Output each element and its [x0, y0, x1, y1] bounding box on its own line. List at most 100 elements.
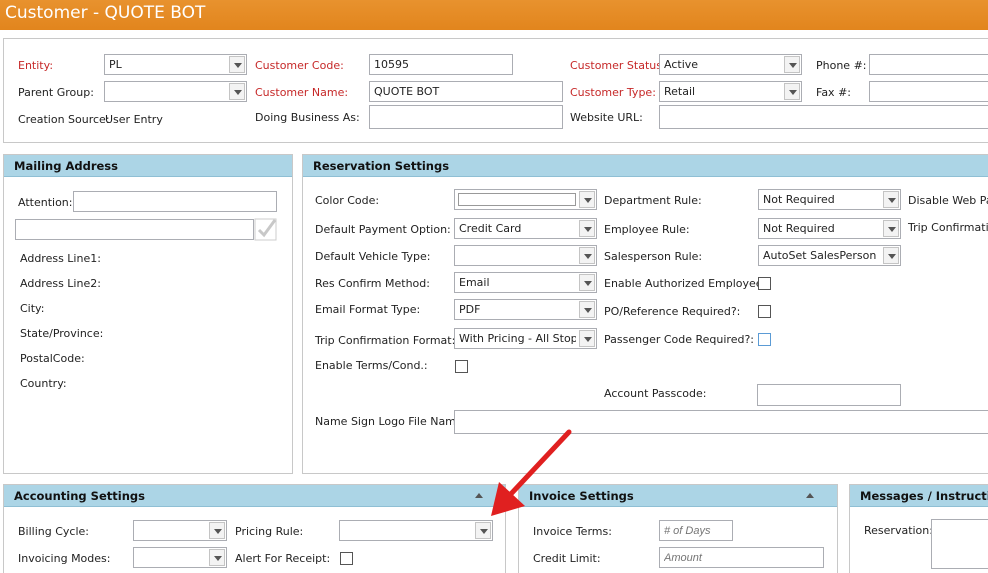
website-input[interactable]	[659, 105, 988, 129]
city-label: City:	[20, 302, 45, 315]
invoice-terms-input[interactable]	[659, 520, 733, 541]
reservation-settings-title: Reservation Settings	[303, 155, 988, 177]
department-rule-label: Department Rule:	[604, 194, 702, 207]
chevron-down-icon	[579, 301, 595, 318]
passenger-code-label: Passenger Code Required?:	[604, 333, 755, 346]
invoice-terms-label: Invoice Terms:	[533, 525, 612, 538]
billing-cycle-select[interactable]	[133, 520, 227, 541]
customer-type-select[interactable]: Retail	[659, 81, 802, 102]
alert-receipt-label: Alert For Receipt:	[235, 552, 331, 565]
attention-label: Attention:	[18, 196, 73, 209]
postal-code-label: PostalCode:	[20, 352, 85, 365]
phone-label: Phone #:	[816, 59, 867, 72]
pricing-rule-select[interactable]	[339, 520, 493, 541]
po-reference-label: PO/Reference Required?:	[604, 305, 741, 318]
department-rule-select[interactable]: Not Required	[758, 189, 901, 210]
messages-title: Messages / Instruction	[850, 485, 988, 507]
email-format-label: Email Format Type:	[315, 303, 421, 316]
checkmark-icon[interactable]	[254, 216, 278, 242]
state-province-label: State/Province:	[20, 327, 104, 340]
creation-source-label: Creation Source:	[18, 113, 110, 126]
invoicing-modes-label: Invoicing Modes:	[18, 552, 111, 565]
mailing-address-title: Mailing Address	[4, 155, 292, 177]
chevron-down-icon	[229, 56, 245, 73]
attention-input[interactable]	[73, 191, 277, 212]
color-code-label: Color Code:	[315, 194, 380, 207]
customer-name-label: Customer Name:	[255, 86, 349, 99]
customer-type-label: Customer Type:	[570, 86, 656, 99]
customer-status-select[interactable]: Active	[659, 54, 802, 75]
customer-name-input[interactable]: QUOTE BOT	[369, 81, 563, 102]
default-vehicle-select[interactable]	[454, 245, 597, 266]
collapse-icon[interactable]	[806, 493, 814, 498]
po-reference-checkbox[interactable]	[758, 305, 771, 318]
credit-limit-label: Credit Limit:	[533, 552, 601, 565]
email-format-select[interactable]: PDF	[454, 299, 597, 320]
chevron-down-icon	[209, 549, 225, 566]
default-payment-select[interactable]: Credit Card	[454, 218, 597, 239]
fax-input[interactable]	[869, 81, 988, 102]
address-search-input[interactable]	[15, 219, 254, 240]
reservation-message-label: Reservation:	[864, 524, 933, 537]
customer-status-label: Customer Status:	[570, 59, 666, 72]
chevron-down-icon	[883, 220, 899, 237]
address-line1-label: Address Line1:	[20, 252, 101, 265]
reservation-message-textarea[interactable]	[931, 519, 988, 569]
entity-select[interactable]: PL	[104, 54, 247, 75]
enable-auth-employees-label: Enable Authorized Employees:	[604, 277, 772, 290]
website-label: Website URL:	[570, 111, 643, 124]
chevron-down-icon	[784, 56, 800, 73]
disable-web-label: Disable Web Pas	[908, 194, 988, 207]
dba-label: Doing Business As:	[255, 111, 360, 124]
customer-code-label: Customer Code:	[255, 59, 344, 72]
address-line2-label: Address Line2:	[20, 277, 101, 290]
enable-auth-employees-checkbox[interactable]	[758, 277, 771, 290]
trip-confirm-format-label: Trip Confirmation Format:	[315, 334, 456, 347]
invoicing-modes-select[interactable]	[133, 547, 227, 568]
chevron-down-icon	[883, 191, 899, 208]
chevron-down-icon	[209, 522, 225, 539]
collapse-icon[interactable]	[475, 493, 483, 498]
trip-confirm-format-select[interactable]: With Pricing - All Stops I	[454, 328, 597, 349]
color-swatch	[458, 193, 576, 206]
name-sign-label: Name Sign Logo File Name:	[315, 415, 467, 428]
accounting-settings-title: Accounting Settings	[4, 485, 505, 507]
dba-input[interactable]	[369, 105, 563, 129]
parent-group-label: Parent Group:	[18, 86, 94, 99]
alert-receipt-checkbox[interactable]	[340, 552, 353, 565]
enable-terms-label: Enable Terms/Cond.:	[315, 359, 428, 372]
employee-rule-select[interactable]: Not Required	[758, 218, 901, 239]
chevron-down-icon	[579, 191, 595, 208]
chevron-down-icon	[784, 83, 800, 100]
enable-terms-checkbox[interactable]	[455, 360, 468, 373]
red-arrow-icon	[491, 429, 572, 516]
phone-input[interactable]	[869, 54, 988, 75]
chevron-down-icon	[579, 274, 595, 291]
chevron-down-icon	[579, 330, 595, 347]
default-payment-label: Default Payment Option:	[315, 223, 451, 236]
title-bar: Customer - QUOTE BOT	[0, 0, 988, 30]
pricing-rule-label: Pricing Rule:	[235, 525, 304, 538]
chevron-down-icon	[579, 220, 595, 237]
parent-group-select[interactable]	[104, 81, 247, 102]
window-title: Customer - QUOTE BOT	[5, 3, 206, 23]
chevron-down-icon	[579, 247, 595, 264]
res-confirm-label: Res Confirm Method:	[315, 277, 430, 290]
res-confirm-select[interactable]: Email	[454, 272, 597, 293]
chevron-down-icon	[229, 83, 245, 100]
customer-code-input[interactable]: 10595	[369, 54, 513, 75]
color-code-select[interactable]	[454, 189, 597, 210]
salesperson-rule-label: Salesperson Rule:	[604, 250, 703, 263]
billing-cycle-label: Billing Cycle:	[18, 525, 89, 538]
default-vehicle-label: Default Vehicle Type:	[315, 250, 431, 263]
salesperson-rule-select[interactable]: AutoSet SalesPerson	[758, 245, 901, 266]
passenger-code-checkbox[interactable]	[758, 333, 771, 346]
chevron-down-icon	[475, 522, 491, 539]
account-passcode-label: Account Passcode:	[604, 387, 707, 400]
account-passcode-input[interactable]	[757, 384, 901, 406]
chevron-down-icon	[883, 247, 899, 264]
employee-rule-label: Employee Rule:	[604, 223, 690, 236]
trip-confirmation-label: Trip Confirmatio	[908, 221, 988, 234]
credit-limit-input[interactable]	[659, 547, 824, 568]
country-label: Country:	[20, 377, 67, 390]
